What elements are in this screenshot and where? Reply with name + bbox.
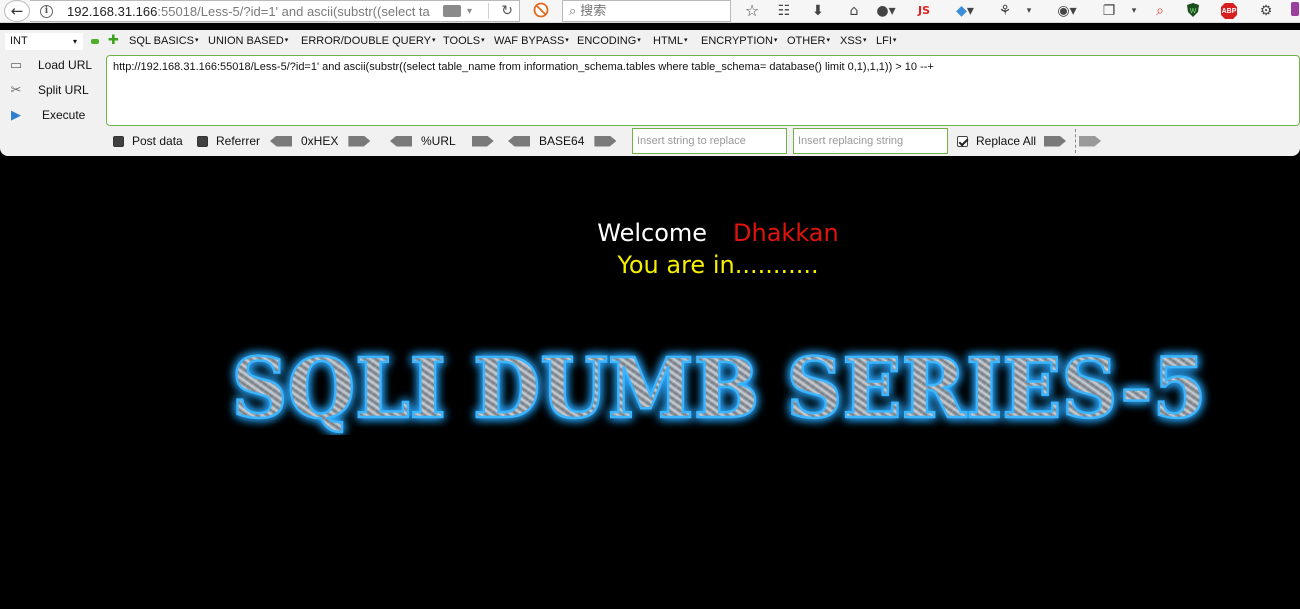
base64-group: BASE64 [508,127,617,155]
menu-encryption[interactable]: ENCRYPTION▾ [701,33,777,49]
screenshot-icon[interactable]: ❐ [1098,2,1120,20]
settings-gear-icon[interactable]: ⚙ [1256,2,1276,20]
menu-union-based[interactable]: UNION BASED▾ [208,33,288,49]
post-data-label: Post data [132,134,183,148]
info-icon[interactable]: i [40,4,53,18]
url-divider [488,3,489,19]
bookmark-star-icon[interactable]: ☆ [742,2,762,20]
menu-sql-basics[interactable]: SQL BASICS▾ [129,33,199,49]
split-url-label: Split URL [38,83,89,97]
menu-xss[interactable]: XSS▾ [840,33,867,49]
menu-html[interactable]: HTML▾ [653,33,687,49]
referrer-checkbox[interactable] [197,135,208,147]
hex-encode-arrow-icon[interactable] [348,135,371,147]
replace-next-group [1079,127,1101,155]
color-extension-icon[interactable]: ◆▾ [950,2,980,20]
palette-dropdown-icon[interactable]: ▾ [1023,2,1035,20]
search-input[interactable] [580,3,721,19]
welcome-line: Welcome Dhakkan [0,219,1300,247]
increase-icon[interactable]: ✚ [108,34,119,48]
replace-all-toggle[interactable]: Replace All [957,127,1036,155]
play-icon: ▶ [11,107,21,123]
block-content-icon[interactable] [531,2,551,23]
menu-waf-bypass[interactable]: WAF BYPASS▾ [494,33,569,49]
toolbar-divider [1075,129,1076,153]
shield-icon[interactable]: W [1183,2,1203,23]
svg-text:W: W [1190,8,1197,15]
url-encode-label: %URL [421,134,456,148]
url-host: 192.168.31.166 [67,3,158,19]
reload-icon[interactable]: ↻ [501,3,513,19]
referrer-toggle[interactable]: Referrer [197,127,260,155]
menu-other[interactable]: OTHER▾ [787,33,830,49]
screenshot-dropdown-icon[interactable]: ▾ [1128,2,1140,20]
extension-icon-partial[interactable] [1290,2,1300,21]
login-status: You are in........... [617,251,819,279]
url-dropdown-icon[interactable]: ▾ [467,6,472,17]
url-textarea[interactable]: http://192.168.31.166:55018/Less-5/?id=1… [106,55,1300,126]
load-url-label: Load URL [38,58,93,72]
search-icon: ⌕ [569,3,577,19]
adblock-label: ABP [1221,8,1237,15]
execute-button[interactable]: ▶ Execute [0,104,100,126]
globe-menu-icon[interactable]: ●▾ [874,2,898,20]
welcome-text: Welcome [597,219,708,247]
replace-next-arrow-icon[interactable] [1079,135,1101,147]
scissors-icon: ✂ [10,82,22,98]
download-icon[interactable]: ⬇ [808,2,828,20]
replacing-string-input[interactable] [793,128,948,154]
replace-arrow-icon[interactable] [1044,135,1066,147]
menu-lfi[interactable]: LFI▾ [876,33,896,49]
zoom-search-icon[interactable]: ⌕ [1150,2,1170,20]
base64-encode-arrow-icon[interactable] [594,135,617,147]
execute-label: Execute [42,108,86,122]
reader-view-icon[interactable] [443,5,461,17]
url-bar[interactable]: i 192.168.31.166:55018/Less-5/?id=1' and… [30,0,520,22]
replace-go-group [1044,127,1066,155]
hex-group: 0xHEX [270,127,371,155]
load-url-button[interactable]: ▭ Load URL [0,54,100,76]
base64-decode-arrow-icon[interactable] [508,135,530,147]
back-arrow-icon: ← [10,2,24,20]
load-url-icon: ▭ [9,57,23,73]
decrease-icon[interactable] [91,39,99,44]
type-select-value: INT [10,35,28,47]
hex-decode-arrow-icon[interactable] [270,135,292,147]
sync-menu-icon[interactable]: ◉▾ [1052,2,1082,20]
type-select[interactable]: INT ▾ [5,33,83,50]
replace-string-input[interactable] [632,128,787,154]
url-path: :55018/Less-5/?id=1' and ascii(substr((s… [157,3,430,19]
banner-text: SQLI DUMB SERIES-5 [232,341,1207,435]
base64-label: BASE64 [539,134,585,148]
replace-all-checkbox[interactable] [957,135,968,147]
hex-label: 0xHEX [301,134,339,148]
menu-encoding[interactable]: ENCODING▾ [577,33,641,49]
referrer-label: Referrer [216,134,261,148]
js-extension-label: JS [917,4,930,17]
replace-all-label: Replace All [976,134,1037,148]
reading-list-icon[interactable]: ☷ [774,2,794,20]
post-data-toggle[interactable]: Post data [113,127,183,155]
back-button[interactable]: ← [4,0,30,22]
user-name: Dhakkan [733,219,839,247]
url-decode-arrow-icon[interactable] [390,135,412,147]
adblock-icon[interactable]: ABP [1218,2,1240,25]
url-encode-arrow-icon[interactable] [471,135,494,147]
page-content: Welcome Dhakkan You are in........... SQL… [0,157,1300,609]
url-text[interactable]: 192.168.31.166:55018/Less-5/?id=1' and a… [67,4,439,19]
chevron-down-icon: ▾ [72,37,77,46]
hackbar-panel: INT ▾ ✚ SQL BASICS▾ UNION BASED▾ ERROR/DO… [0,30,1300,156]
search-box[interactable]: ⌕ [562,0,731,22]
home-icon[interactable]: ⌂ [844,2,864,20]
browser-toolbar: ← i 192.168.31.166:55018/Less-5/?id=1' a… [0,0,1300,23]
palette-icon[interactable]: ⚘ [995,2,1015,20]
menu-error-double-query[interactable]: ERROR/DOUBLE QUERY▾ [301,33,436,49]
sqli-banner-image: SQLI DUMB SERIES-5 [230,340,1208,435]
menu-tools[interactable]: TOOLS▾ [443,33,485,49]
url-encode-group: %URL [390,127,494,155]
post-data-checkbox[interactable] [113,135,124,147]
js-extension-icon[interactable]: JS [913,2,935,20]
split-url-button[interactable]: ✂ Split URL [0,79,100,101]
